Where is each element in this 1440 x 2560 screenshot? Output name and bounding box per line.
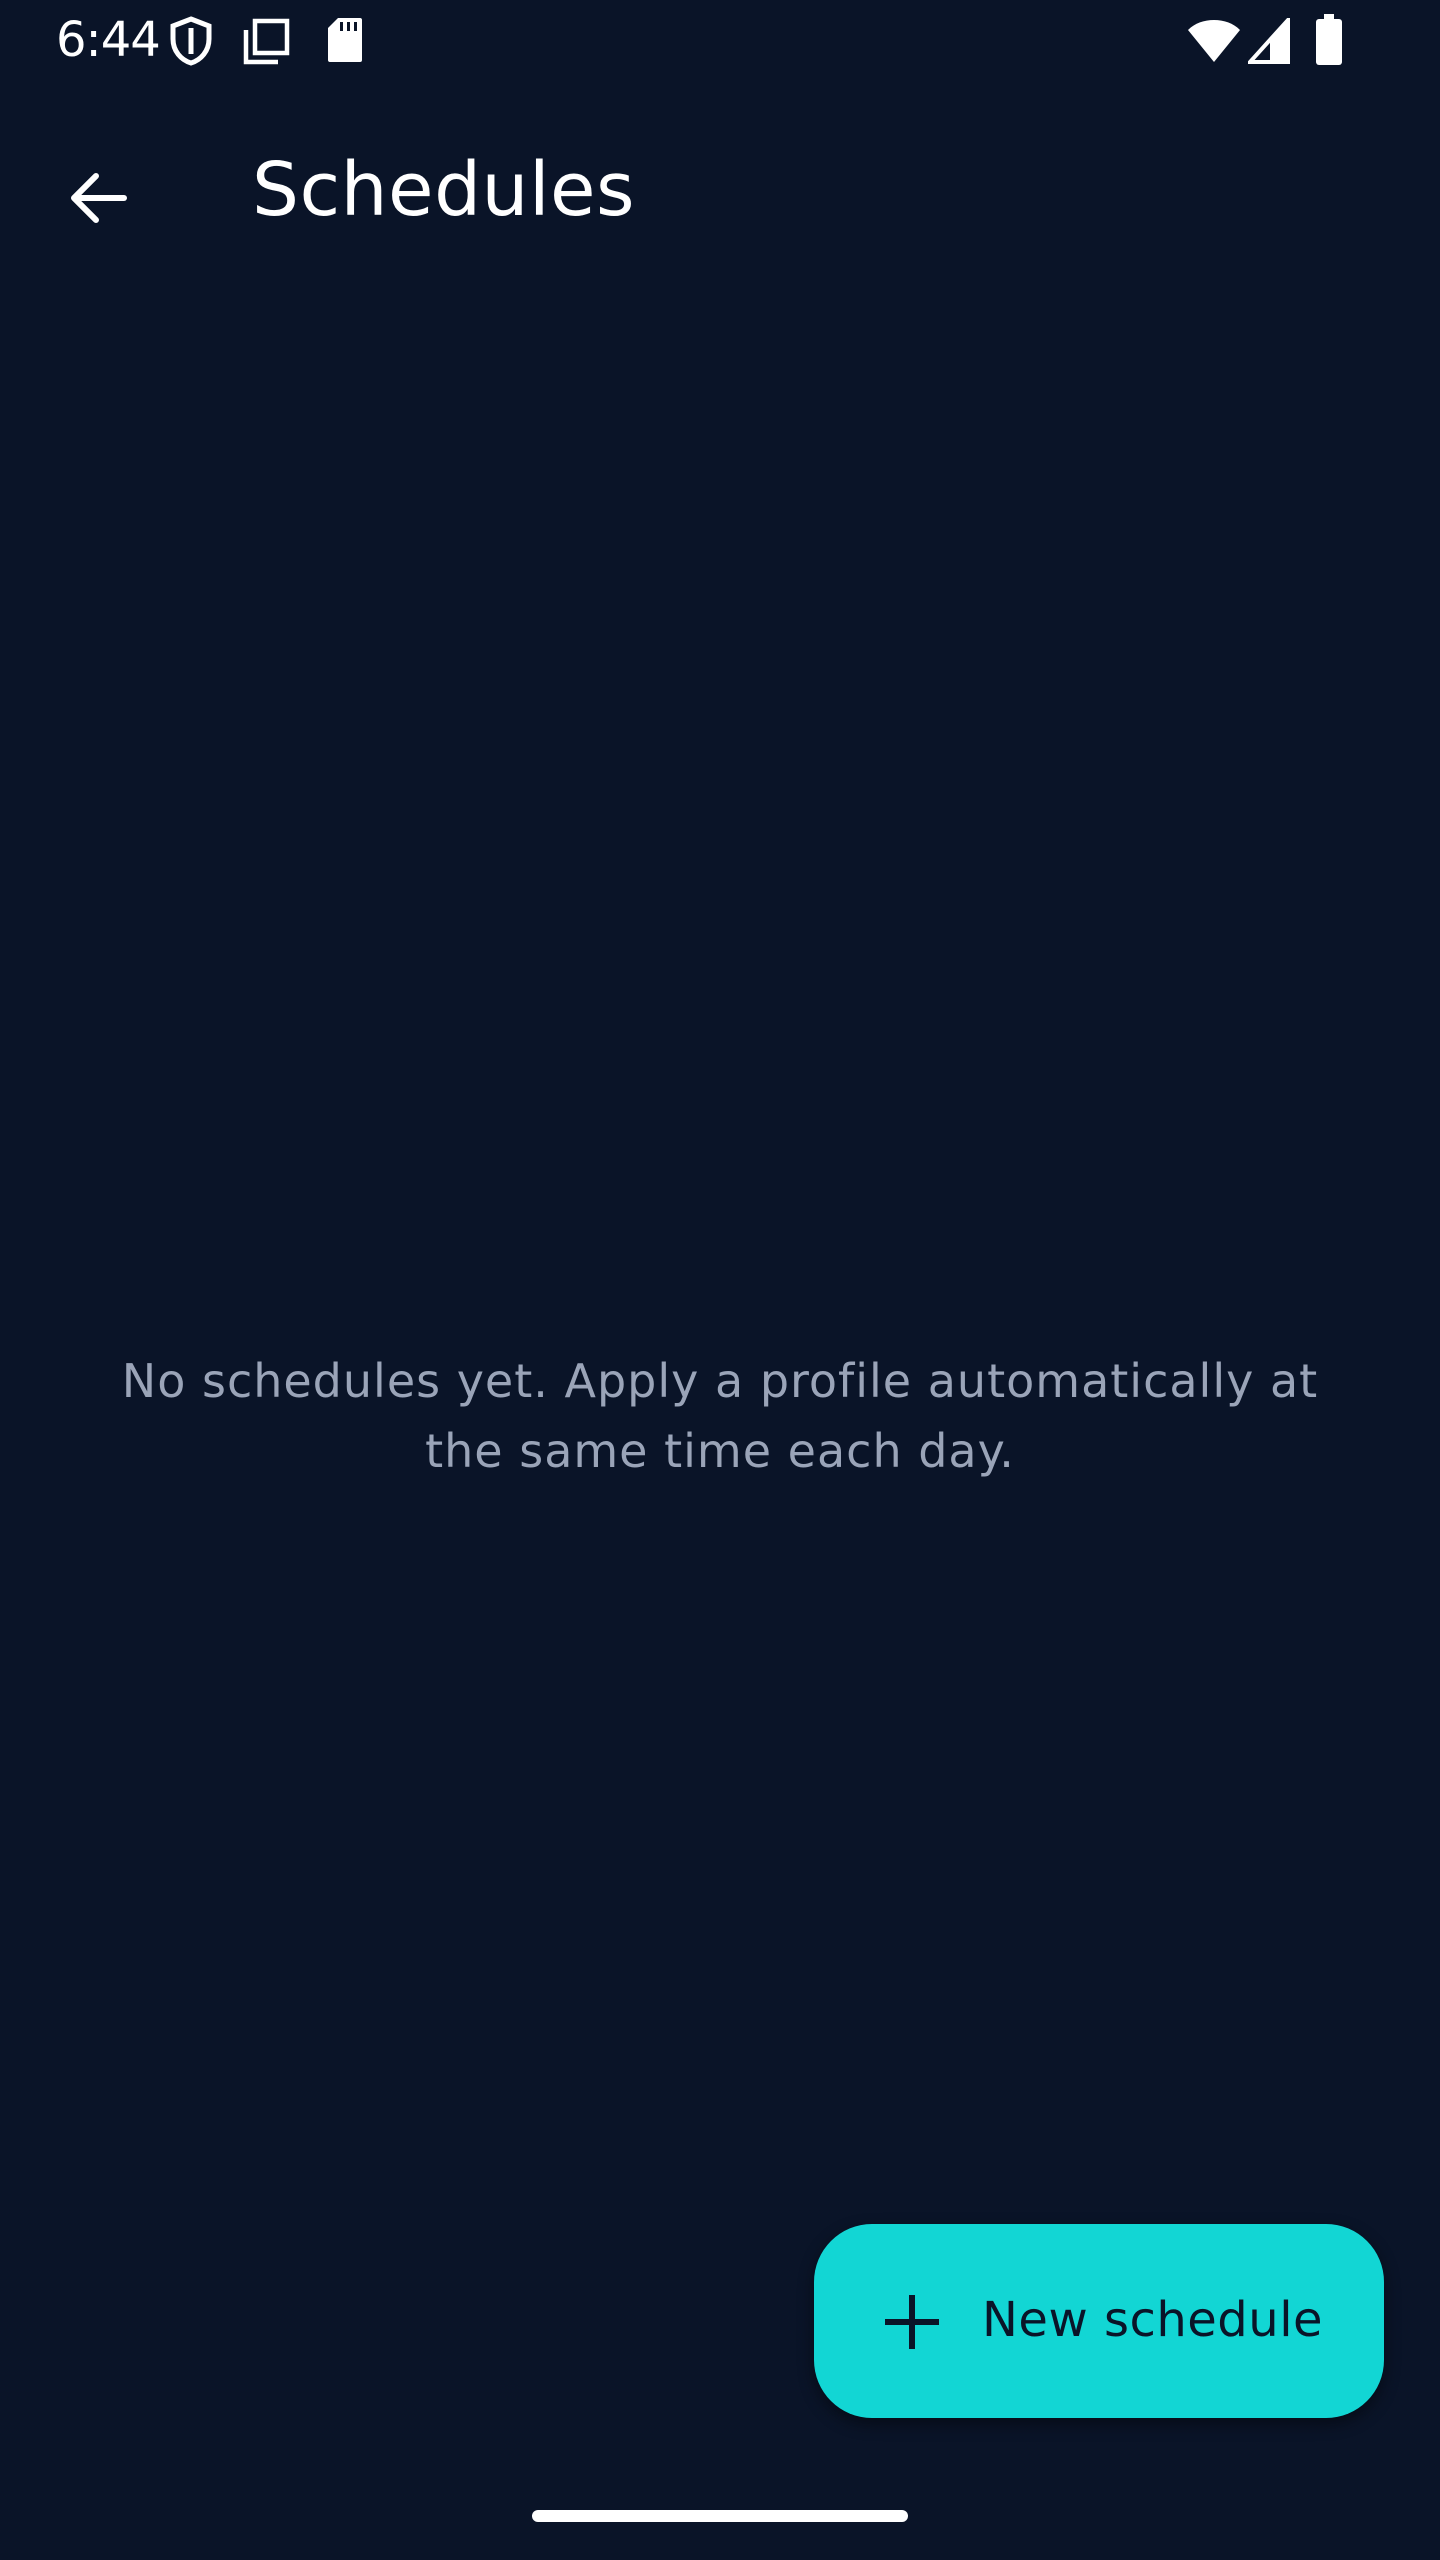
new-schedule-button[interactable]: New schedule — [814, 2224, 1384, 2418]
signal-icon — [1248, 18, 1290, 64]
shield-icon — [170, 16, 212, 66]
page-title: Schedules — [252, 147, 636, 233]
back-button[interactable] — [40, 140, 156, 256]
status-time: 6:44 — [56, 12, 161, 68]
arrow-back-icon — [71, 173, 127, 223]
copy-icon — [243, 18, 290, 65]
battery-icon — [1316, 14, 1342, 65]
status-bar: 6:44 — [0, 0, 1440, 80]
app-bar: Schedules — [0, 100, 1440, 260]
wifi-icon — [1188, 20, 1240, 62]
plus-icon — [885, 2295, 939, 2349]
empty-state-message: No schedules yet. Apply a profile automa… — [121, 1354, 1319, 1478]
new-schedule-label: New schedule — [982, 2292, 1324, 2348]
sd-card-icon — [328, 18, 362, 62]
home-indicator[interactable] — [532, 2510, 908, 2522]
